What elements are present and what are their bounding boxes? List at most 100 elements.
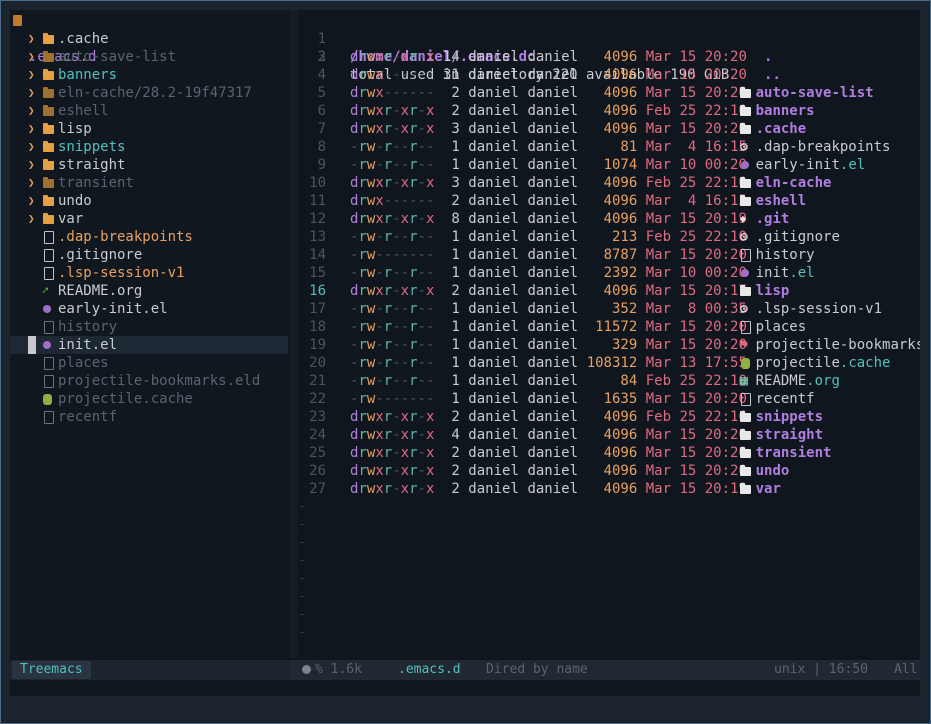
chevron-right-icon[interactable]: ❯ [28,210,35,228]
file-name-base: .lsp-session-v1 [755,301,883,317]
file-name[interactable]: early-init.el [756,156,866,174]
chevron-right-icon[interactable]: ❯ [28,138,35,156]
dired-file-row[interactable]: 19 -rw-r--r-- 1 daniel daniel 329 Mar 15 20:20… [298,336,920,354]
dired-file-row[interactable]: 12 drwxr-xr-x 8 daniel daniel 4096 Mar 15 20:1… [298,210,920,228]
chevron-right-icon[interactable]: ❯ [28,192,35,210]
chevron-right-icon[interactable]: ❯ [28,156,35,174]
dired-file-row[interactable]: 26 drwxr-xr-x 2 daniel daniel 4096 Mar 15 20:2… [298,462,920,480]
dired-file-row[interactable]: 15 -rw-r--r-- 1 daniel daniel 2392 Mar 10 00:2… [298,264,920,282]
file-name-base: . [764,49,773,65]
treemacs-item[interactable]: ❯ var [10,210,288,228]
treemacs-item[interactable]: projectile-bookmarks.eld [10,372,288,390]
dired-file-row[interactable]: 8 -rw-r--r-- 1 daniel daniel 81 Mar 4 16:15 ⚙ .d… [298,138,920,156]
file-name[interactable]: transient [756,444,832,462]
treemacs-item[interactable]: ❯ undo [10,192,288,210]
treemacs-item-label: .gitignore [58,247,143,263]
file-name[interactable]: .. [764,66,781,84]
dired-file-row[interactable]: 11 drwx------ 2 daniel daniel 4096 Mar 4 16:15… [298,192,920,210]
dired-file-row[interactable]: 9 -rw-r--r-- 1 daniel daniel 1074 Mar 10 00:20… [298,156,920,174]
dired-file-row[interactable]: 25 drwxr-xr-x 2 daniel daniel 4096 Mar 15 20:2… [298,444,920,462]
file-name[interactable]: history [756,246,815,264]
owner: daniel [468,373,519,389]
treemacs-item[interactable]: ❯ snippets [10,138,288,156]
file-name[interactable]: .dap-breakpoints [756,138,891,156]
dired-file-row[interactable]: 10 drwxr-xr-x 3 daniel daniel 4096 Feb 25 22:1… [298,174,920,192]
chevron-right-icon[interactable]: ❯ [28,48,35,66]
file-name[interactable]: recentf [756,390,815,408]
treemacs-sidebar[interactable]: .emacs.d ❯ .cache ❯ auto-save-list ❯ banners ❯… [10,10,290,658]
chevron-right-icon[interactable]: ❯ [28,174,35,192]
dired-file-row[interactable]: 27 drwxr-xr-x 2 daniel daniel 4096 Mar 15 20:1… [298,480,920,498]
dired-file-row[interactable]: 17 -rw-r--r-- 1 daniel daniel 352 Mar 8 00:35 ⚙… [298,300,920,318]
file-name[interactable]: lisp [756,282,790,300]
treemacs-item[interactable]: .lsp-session-v1 [10,264,288,282]
treemacs-item[interactable]: ❯ transient [10,174,288,192]
file-name[interactable]: .gitignore [756,228,840,246]
file-name[interactable]: var [756,480,781,498]
dired-buffer[interactable]: 1 /home/daniel/.emacs.d: 2 total used in… [298,10,920,658]
group: daniel [527,67,579,83]
major-mode[interactable]: Dired by name [486,660,588,680]
treemacs-item[interactable]: history [10,318,288,336]
chevron-right-icon[interactable]: ❯ [28,66,35,84]
treemacs-item[interactable]: recentf [10,408,288,426]
treemacs-root[interactable]: .emacs.d [10,12,288,65]
treemacs-item[interactable]: .gitignore [10,246,288,264]
treemacs-item[interactable]: ❯ straight [10,156,288,174]
dired-file-row[interactable]: 23 drwxr-xr-x 2 daniel daniel 4096 Feb 25 22:1… [298,408,920,426]
permissions: -rw-r--r-- [350,319,435,335]
file-name[interactable]: .lsp-session-v1 [756,300,882,318]
window-divider[interactable] [290,10,298,658]
dired-file-row[interactable]: 21 -rw-r--r-- 1 daniel daniel 84 Feb 25 22:10 ▦… [298,372,920,390]
treemacs-item[interactable]: init.el [10,336,288,354]
treemacs-item[interactable]: projectile.cache [10,390,288,408]
chevron-right-icon[interactable]: ❯ [28,30,35,48]
file-name[interactable]: eshell [756,192,807,210]
treemacs-item[interactable]: .dap-breakpoints [10,228,288,246]
treemacs-item[interactable]: ❯ auto-save-list [10,48,288,66]
treemacs-item[interactable]: ❯ banners [10,66,288,84]
chevron-right-icon[interactable]: ❯ [28,84,35,102]
file-name[interactable]: projectile-bookmarks.$ [756,336,920,354]
dired-file-row[interactable]: 5 drwx------ 2 daniel daniel 4096 Mar 15 20:20… [298,84,920,102]
file-name[interactable]: README.org [756,372,840,390]
link-count: 1 [451,319,460,335]
dired-file-row[interactable]: 20 -rw-r--r-- 1 daniel daniel 108312 Mar 13 17… [298,354,920,372]
dired-file-row[interactable]: 13 -rw-r--r-- 1 daniel daniel 213 Feb 25 22:10… [298,228,920,246]
dired-file-row[interactable]: 7 drwxr-xr-x 3 daniel daniel 4096 Mar 15 20:20… [298,120,920,138]
file-name[interactable]: places [756,318,807,336]
file-name[interactable]: init.el [756,264,815,282]
treemacs-item[interactable]: early-init.el [10,300,288,318]
buffer-name[interactable]: .emacs.d [398,660,461,680]
file-name[interactable]: .git [756,210,790,228]
dired-file-row[interactable]: 4 drwx------ 31 daniel daniel 4096 Mar 15 20:2… [298,66,920,84]
treemacs-item[interactable]: ❯ lisp [10,120,288,138]
file-name[interactable]: auto-save-list [756,84,874,102]
treemacs-item[interactable]: ❯ eshell [10,102,288,120]
file-name[interactable]: .cache [756,120,807,138]
chevron-right-icon[interactable]: ❯ [28,102,35,120]
file-name[interactable]: undo [756,462,790,480]
group: daniel [527,445,579,461]
echo-area[interactable] [10,682,920,696]
dired-file-row[interactable]: 14 -rw------- 1 daniel daniel 8787 Mar 15 20:2… [298,246,920,264]
treemacs-item[interactable]: ➚ README.org [10,282,288,300]
treemacs-item[interactable]: places [10,354,288,372]
treemacs-item[interactable]: ❯ .cache [10,30,288,48]
file-name[interactable]: straight [756,426,823,444]
file-name[interactable]: eln-cache [756,174,832,192]
file-name[interactable]: snippets [756,408,823,426]
dired-file-row[interactable]: 6 drwxr-xr-x 2 daniel daniel 4096 Feb 25 22:10… [298,102,920,120]
dired-file-row[interactable]: 16 drwxr-xr-x 2 daniel daniel 4096 Mar 15 20:1… [298,282,920,300]
dired-file-row[interactable]: 18 -rw-r--r-- 1 daniel daniel 11572 Mar 15 20:… [298,318,920,336]
file-name[interactable]: projectile.cache [756,354,891,372]
file-name[interactable]: . [764,48,772,66]
chevron-right-icon[interactable]: ❯ [28,120,35,138]
dired-file-row[interactable]: 24 drwxr-xr-x 4 daniel daniel 4096 Mar 15 20:2… [298,426,920,444]
treemacs-item[interactable]: ❯ eln-cache/28.2-19f47317 [10,84,288,102]
file-name[interactable]: banners [756,102,815,120]
dired-file-row[interactable]: 22 -rw------- 1 daniel daniel 1635 Mar 15 20:2… [298,390,920,408]
dired-file-row[interactable]: 3 drwxr-xr-x 14 daniel daniel 4096 Mar 15 20:2… [298,48,920,66]
folder-icon [739,177,751,188]
treemacs-tab[interactable]: Treemacs [12,661,91,679]
